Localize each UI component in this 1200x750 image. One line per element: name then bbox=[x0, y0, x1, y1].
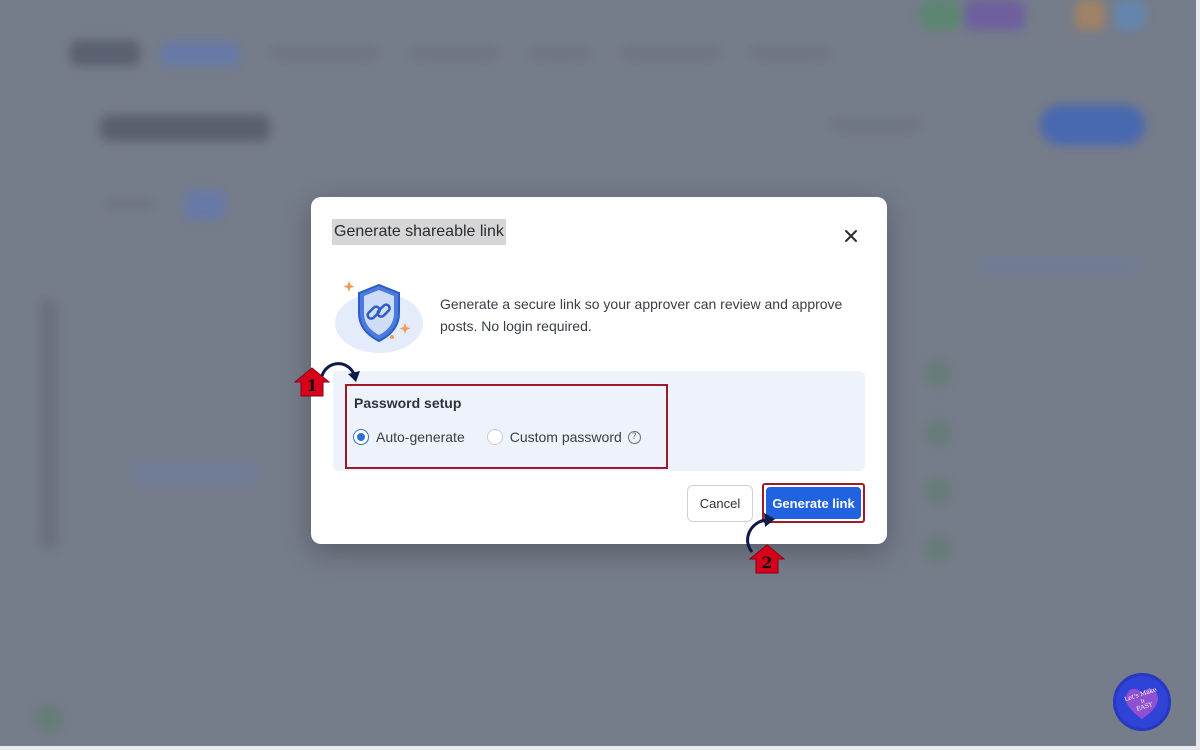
dialog-title: Generate shareable link bbox=[332, 219, 506, 245]
password-radio-group: Auto-generate Custom password ? bbox=[353, 429, 663, 445]
password-setup-label: Password setup bbox=[354, 395, 462, 411]
heart-logo-icon: Let's Make It EASY bbox=[1124, 686, 1159, 719]
radio-label: Custom password bbox=[509, 429, 622, 445]
generate-link-button[interactable]: Generate link bbox=[766, 487, 861, 519]
question-circle-icon[interactable]: ? bbox=[627, 430, 641, 444]
generate-link-dialog: Generate shareable link Generate a secur… bbox=[311, 197, 887, 544]
radio-button-unchecked[interactable] bbox=[486, 429, 503, 445]
frame-border-right bbox=[1196, 0, 1200, 750]
watermark-logo: Let's Make It EASY bbox=[1113, 673, 1171, 731]
radio-auto-generate[interactable]: Auto-generate bbox=[353, 429, 465, 445]
radio-button-checked[interactable] bbox=[353, 429, 369, 445]
step-2-number: 2 bbox=[761, 553, 773, 572]
curved-arrow-icon bbox=[746, 513, 775, 553]
radio-custom-password[interactable]: Custom password ? bbox=[486, 429, 641, 445]
radio-label: Auto-generate bbox=[376, 429, 465, 445]
close-button[interactable] bbox=[837, 222, 865, 250]
dialog-description: Generate a secure link so your approver … bbox=[440, 296, 843, 334]
curved-arrow-icon bbox=[320, 362, 360, 382]
close-icon bbox=[845, 230, 857, 242]
frame-border-bottom bbox=[0, 746, 1200, 750]
shield-link-icon bbox=[335, 281, 423, 353]
